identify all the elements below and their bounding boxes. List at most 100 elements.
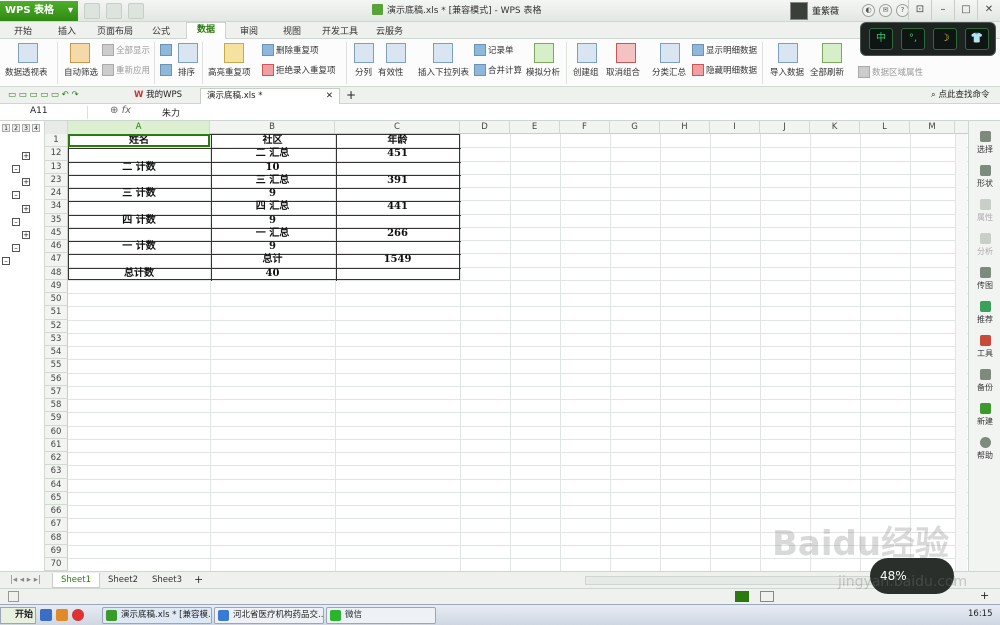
highlight-duplicates-button[interactable]: 高亮重复项: [208, 66, 251, 78]
row-header[interactable]: 65: [45, 491, 68, 505]
table-cell[interactable]: 40: [210, 267, 335, 280]
table-cell[interactable]: 四 计数: [68, 214, 210, 227]
row-header[interactable]: 48: [45, 266, 68, 280]
outline-level-4[interactable]: 4: [32, 124, 40, 132]
row-header[interactable]: 54: [45, 346, 68, 360]
zoom-in-icon[interactable]: +: [980, 589, 989, 602]
fx-icon[interactable]: fx: [122, 105, 131, 116]
area-properties-button[interactable]: 数据区域属性: [858, 66, 923, 78]
sort-asc-button[interactable]: [160, 44, 174, 56]
table-cell[interactable]: 9: [210, 214, 335, 227]
row-header[interactable]: 69: [45, 544, 68, 558]
collapse-icon[interactable]: –: [12, 165, 20, 173]
reapply-button[interactable]: 重新应用: [102, 64, 150, 76]
add-sheet-button[interactable]: +: [186, 573, 211, 588]
sort-button[interactable]: 排序: [178, 66, 195, 78]
table-cell[interactable]: 二 计数: [68, 161, 210, 174]
desktop-icon[interactable]: [40, 609, 52, 621]
punctuation-button[interactable]: °,: [901, 28, 925, 50]
tab-insert[interactable]: 插入: [58, 24, 76, 37]
sheet-tab-1[interactable]: Sheet1: [52, 573, 100, 588]
refresh-all-button[interactable]: 全部刷新: [810, 66, 844, 78]
row-header[interactable]: 62: [45, 452, 68, 466]
panel-properties[interactable]: 属性: [969, 199, 1000, 223]
row-header[interactable]: 56: [45, 372, 68, 386]
row-header[interactable]: 12: [45, 147, 68, 161]
expand-icon[interactable]: +: [22, 152, 30, 160]
collapse-icon[interactable]: –: [12, 244, 20, 252]
tab-cloud[interactable]: 云服务: [376, 24, 403, 37]
sheet-tab-2[interactable]: Sheet2: [100, 573, 146, 588]
row-header[interactable]: 13: [45, 160, 68, 174]
column-title[interactable]: 年龄: [335, 134, 460, 147]
taskbar-item-wps[interactable]: 演示底稿.xls * [兼容模...: [102, 607, 212, 624]
sheet-tab-3[interactable]: Sheet3: [144, 573, 190, 588]
panel-select[interactable]: 选择: [969, 131, 1000, 155]
table-cell[interactable]: 三 计数: [68, 187, 210, 200]
row-header[interactable]: 64: [45, 478, 68, 492]
row-header[interactable]: 63: [45, 465, 68, 479]
table-cell[interactable]: 441: [335, 200, 460, 213]
collapse-icon[interactable]: –: [2, 257, 10, 265]
insert-dropdown-button[interactable]: 插入下拉列表: [418, 66, 469, 78]
expand-icon[interactable]: +: [22, 178, 30, 186]
macro-icon[interactable]: [8, 591, 19, 602]
tab-mywps[interactable]: W 我的WPS: [128, 88, 188, 104]
start-button[interactable]: 开始: [0, 607, 36, 624]
column-header-m[interactable]: M: [910, 121, 955, 134]
tab-page-layout[interactable]: 页面布局: [97, 24, 133, 37]
validity-button[interactable]: 有效性: [378, 66, 404, 78]
sheet-grid[interactable]: A B C D E F G H I J K L M 1 12 13 23 24 34 35 4…: [45, 121, 968, 571]
tab-formula[interactable]: 公式: [152, 24, 170, 37]
table-cell[interactable]: 9: [210, 187, 335, 200]
reject-duplicates-button[interactable]: 拒绝录入重复项: [262, 64, 336, 76]
sheet-nav-arrows[interactable]: |◂ ◂ ▸ ▸|: [2, 573, 49, 588]
table-cell[interactable]: 10: [210, 161, 335, 174]
pivot-table-button[interactable]: 数据透视表: [5, 66, 48, 78]
search-commands[interactable]: ⌕ 点此查找命令: [925, 88, 995, 104]
row-header[interactable]: 47: [45, 253, 68, 267]
row-header[interactable]: 49: [45, 279, 68, 293]
hide-detail-button[interactable]: 隐藏明细数据: [692, 64, 757, 76]
table-cell[interactable]: 9: [210, 240, 335, 253]
name-box[interactable]: A11: [0, 106, 88, 119]
row-header[interactable]: 52: [45, 319, 68, 333]
app-icon[interactable]: [56, 609, 68, 621]
column-header-k[interactable]: K: [810, 121, 860, 134]
close-icon[interactable]: ✕: [977, 0, 1000, 20]
quick-undo-icon[interactable]: [128, 3, 144, 19]
row-header[interactable]: 45: [45, 226, 68, 240]
table-cell[interactable]: 总计数: [68, 267, 210, 280]
subtotal-button[interactable]: 分类汇总: [652, 66, 686, 78]
cancel-group-button[interactable]: 取消组合: [606, 66, 640, 78]
moon-icon[interactable]: ☽: [933, 28, 957, 50]
row-header[interactable]: 51: [45, 306, 68, 320]
panel-help[interactable]: 帮助: [969, 437, 1000, 461]
row-header[interactable]: 23: [45, 173, 68, 187]
panel-new[interactable]: 新建: [969, 403, 1000, 427]
row-header[interactable]: 66: [45, 505, 68, 519]
column-header-h[interactable]: H: [660, 121, 710, 134]
table-cell[interactable]: 一 汇总: [210, 227, 335, 240]
row-header[interactable]: 67: [45, 518, 68, 532]
quick-save-icon[interactable]: [84, 3, 100, 19]
table-cell[interactable]: 1549: [335, 253, 460, 266]
row-header[interactable]: 34: [45, 200, 68, 214]
expand-icon[interactable]: +: [22, 231, 30, 239]
row-header[interactable]: 60: [45, 425, 68, 439]
restore-icon[interactable]: ⊡: [908, 0, 931, 20]
outline-level-2[interactable]: 2: [12, 124, 20, 132]
table-cell[interactable]: 451: [335, 147, 460, 160]
table-cell[interactable]: 四 汇总: [210, 200, 335, 213]
merge-calc-button[interactable]: 合并计算: [474, 64, 522, 76]
autofilter-button[interactable]: 自动筛选: [64, 66, 98, 78]
import-data-button[interactable]: 导入数据: [770, 66, 804, 78]
create-group-button[interactable]: 创建组: [573, 66, 599, 78]
show-all-button[interactable]: 全部显示: [102, 44, 150, 56]
maximize-icon[interactable]: □: [954, 0, 977, 20]
panel-backup[interactable]: 备份: [969, 369, 1000, 393]
table-cell[interactable]: 二 汇总: [210, 147, 335, 160]
panel-analysis[interactable]: 分析: [969, 233, 1000, 257]
tab-developer[interactable]: 开发工具: [322, 24, 358, 37]
row-header[interactable]: 24: [45, 187, 68, 201]
